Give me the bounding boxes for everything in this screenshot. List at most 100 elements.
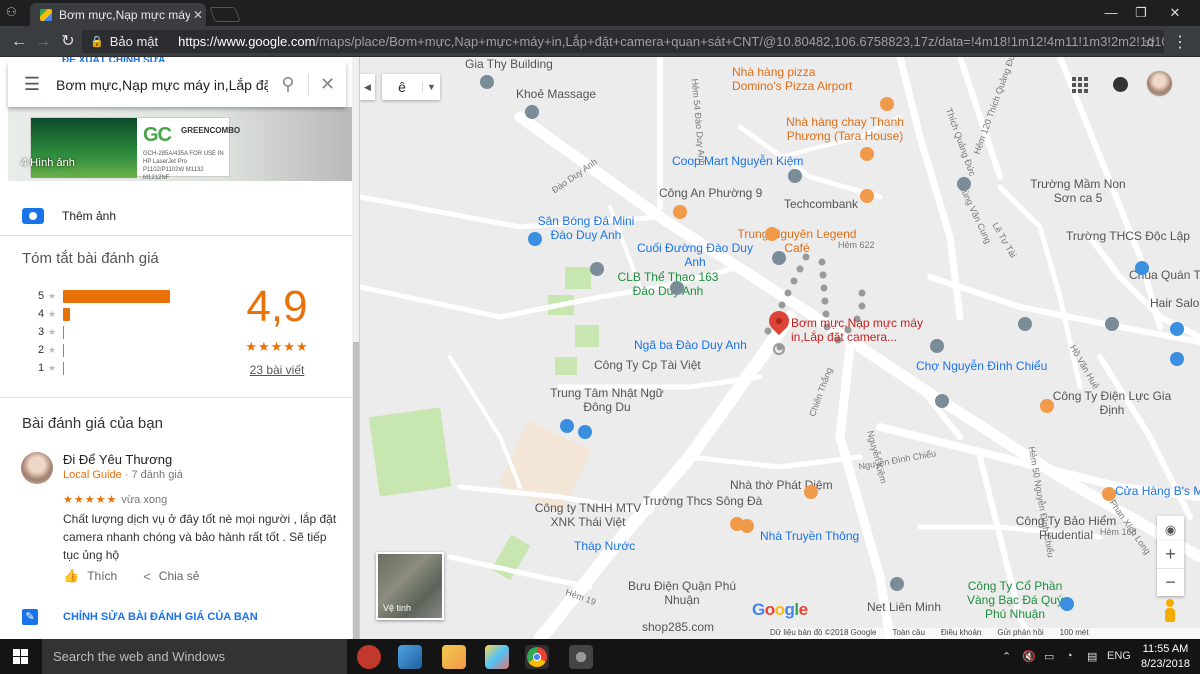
poi-label[interactable]: Khoẻ Massage [516, 87, 596, 101]
edit-review-button[interactable]: ✎ CHỈNH SỬA BÀI ĐÁNH GIÁ CỦA BẠN [22, 609, 258, 625]
google-apps-icon[interactable] [1072, 77, 1088, 93]
poi-label[interactable]: Công Ty Điện Lực Gia Định [1052, 389, 1172, 417]
reviewer-name[interactable]: Đi Để Yêu Thương [63, 452, 172, 467]
language-indicator[interactable]: ENG [1107, 650, 1131, 662]
collapse-panel-button[interactable]: ◀ [360, 74, 375, 100]
notifications-icon[interactable] [1113, 77, 1128, 92]
my-location-button[interactable]: ◉ [1157, 516, 1184, 543]
poi-label[interactable]: CLB Thể Thao 163 Đào Duy Anh [608, 270, 728, 298]
review-count-link[interactable]: 23 bài viết [236, 363, 318, 377]
poi-label[interactable]: Ngã ba Đào Duy Anh [634, 338, 747, 352]
poi-label[interactable]: Hair Salo [1150, 296, 1199, 310]
poi-pin-icon[interactable] [804, 485, 818, 499]
poi-pin-icon[interactable] [528, 232, 542, 246]
search-input[interactable]: Bơm mực,Nạp mực máy in,Lắp đặ [56, 77, 268, 93]
poi-pin-icon[interactable] [740, 519, 754, 533]
poi-label[interactable]: Sân Bóng Đá Mini Đào Duy Anh [526, 214, 646, 242]
poi-label[interactable]: Gia Thy Building [465, 57, 553, 71]
map-footer-item[interactable]: 100 mét [1060, 628, 1089, 639]
poi-pin-icon[interactable] [525, 105, 539, 119]
poi-label[interactable]: Chợ Nguyễn Đình Chiểu [916, 359, 1047, 373]
poi-label[interactable]: Domino's Pizza Airport [732, 79, 852, 93]
tray-chevron-icon[interactable]: ⌃ [1002, 650, 1011, 663]
bookmark-star-icon[interactable]: ☆ [1143, 34, 1156, 51]
poi-pin-icon[interactable] [788, 169, 802, 183]
paint-icon[interactable] [485, 645, 509, 669]
address-bar[interactable]: 🔒 Bảo mật https://www.google.com /maps/p… [82, 30, 1164, 53]
poi-pin-icon[interactable] [1102, 487, 1116, 501]
poi-label[interactable]: Công Ty Bảo Hiểm Prudential [1006, 514, 1126, 542]
video-app-icon[interactable] [569, 645, 593, 669]
browser-menu-icon[interactable]: ⋮ [1172, 32, 1188, 52]
satellite-toggle[interactable]: Vệ tinh [376, 552, 444, 620]
map-footer-item[interactable]: Gửi phản hồi [997, 628, 1043, 639]
scrollbar-thumb[interactable] [353, 342, 359, 639]
poi-label[interactable]: Net Liên Minh [844, 600, 964, 614]
poi-pin-icon[interactable] [578, 425, 592, 439]
poi-pin-icon[interactable] [860, 147, 874, 161]
app-icon-red[interactable] [357, 645, 381, 669]
wifi-icon[interactable]: ◔ [1066, 650, 1073, 662]
poi-pin-icon[interactable] [1040, 399, 1054, 413]
reviewer-avatar[interactable] [21, 452, 53, 484]
poi-pin-icon[interactable] [1060, 597, 1074, 611]
poi-pin-icon[interactable] [1135, 261, 1149, 275]
poi-pin-icon[interactable] [1105, 317, 1119, 331]
close-window-button[interactable]: ✕ [1160, 3, 1190, 23]
poi-label[interactable]: Bưu Điện Quận Phú Nhuận [622, 579, 742, 607]
poi-label[interactable]: Công Ty Cp Tài Việt [594, 358, 701, 372]
poi-pin-icon[interactable] [1018, 317, 1032, 331]
reload-button[interactable]: ↻ [57, 31, 79, 53]
like-button[interactable]: 👍 Thích [63, 568, 117, 584]
menu-icon[interactable]: ☰ [8, 74, 56, 95]
poi-pin-icon[interactable] [480, 75, 494, 89]
zoom-out-button[interactable]: − [1157, 568, 1184, 595]
poi-pin-icon[interactable] [670, 281, 684, 295]
file-explorer-icon[interactable] [442, 645, 466, 669]
poi-label[interactable]: Coop Mart Nguyễn Kiệm [672, 154, 803, 168]
close-search-icon[interactable]: ✕ [308, 74, 346, 95]
forward-button[interactable]: → [32, 31, 54, 53]
poi-label[interactable]: Nhà Truyền Thông [760, 529, 859, 543]
close-tab-icon[interactable]: ✕ [190, 8, 206, 22]
zoom-in-button[interactable]: + [1157, 541, 1184, 568]
minimize-button[interactable]: — [1096, 3, 1126, 23]
account-avatar[interactable] [1146, 70, 1173, 97]
street-view-pegman-icon[interactable] [1163, 599, 1177, 623]
maximize-button[interactable]: ❐ [1126, 3, 1156, 23]
panel-scrollbar[interactable] [352, 57, 359, 639]
map-footer-item[interactable]: Toàn cầu [892, 628, 924, 639]
poi-label[interactable]: Trường Mầm Non Sơn ca 5 [1018, 177, 1138, 205]
poi-pin-icon[interactable] [930, 339, 944, 353]
poi-pin-icon[interactable] [673, 205, 687, 219]
poi-label[interactable]: Cửa Hàng B's M [1115, 484, 1200, 498]
new-tab-button[interactable] [209, 7, 241, 22]
poi-pin-icon[interactable] [1170, 352, 1184, 366]
poi-pin-icon[interactable] [935, 394, 949, 408]
poi-label[interactable]: Trung Tâm Nhật Ngữ Đông Du [547, 386, 667, 414]
poi-label[interactable]: Trường Thcs Sông Đà [643, 494, 762, 508]
media-player-icon[interactable] [398, 645, 422, 669]
taskbar-search[interactable]: Search the web and Windows [42, 639, 347, 674]
poi-pin-icon[interactable] [765, 227, 779, 241]
share-button[interactable]: < Chia sẻ [143, 568, 199, 584]
chrome-icon[interactable] [525, 645, 549, 669]
battery-icon[interactable]: ▭ [1044, 650, 1054, 663]
poi-label[interactable]: Trường THCS Độc Lập [1066, 229, 1190, 243]
poi-pin-icon[interactable] [772, 251, 786, 265]
place-photo[interactable]: GC GREENCOMBO GCH-285A/435A FOR USE IN H… [8, 107, 352, 181]
place-marker-label[interactable]: Bơm mực,Nạp mực máy in,Lắp đặt camera... [791, 316, 931, 344]
poi-pin-icon[interactable] [560, 419, 574, 433]
volume-icon[interactable]: 🔇 [1022, 650, 1036, 663]
poi-label[interactable]: Công Ty Cổ Phần Vàng Bạc Đá Quý Phú Nhuậ… [955, 579, 1075, 621]
browser-tab[interactable]: Bơm mực,Nạp mực máy i ✕ [30, 3, 206, 26]
message-icon[interactable]: ▤ [1087, 650, 1097, 663]
poi-label[interactable]: Tháp Nước [574, 539, 635, 553]
map-canvas[interactable]: Đào Duy Anh Hẻm 54 Đào Duy Anh Hẻm 622 Phùn… [360, 57, 1200, 639]
search-icon[interactable]: ⚲ [268, 74, 308, 95]
chevron-down-icon[interactable]: ▼ [422, 82, 440, 92]
input-tools[interactable]: ê ▼ [382, 74, 440, 100]
poi-label[interactable]: Techcombank [784, 197, 858, 211]
poi-pin-icon[interactable] [860, 189, 874, 203]
add-photo-button[interactable]: Thêm ảnh [0, 197, 352, 235]
